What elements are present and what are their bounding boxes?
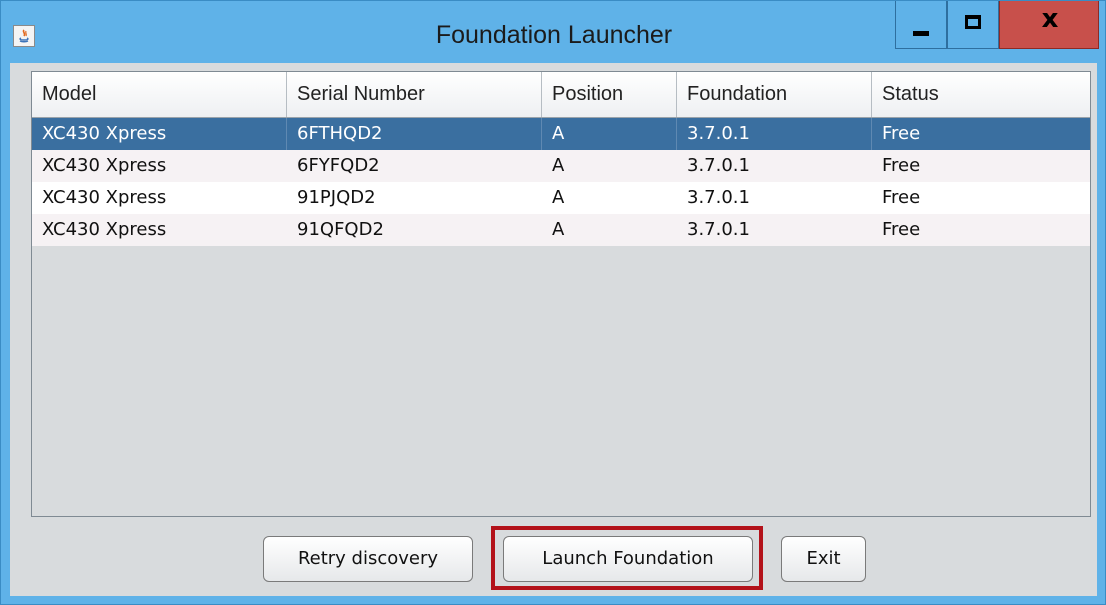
cell-position: A	[552, 155, 565, 176]
maximize-button[interactable]	[947, 1, 999, 49]
column-header-model[interactable]: Model	[32, 72, 287, 117]
table-header: Model Serial Number Position Foundation …	[32, 72, 1090, 118]
column-header-foundation[interactable]: Foundation	[677, 72, 872, 117]
cell-status: Free	[882, 155, 921, 176]
minimize-icon	[913, 31, 929, 36]
cell-serial-number: 91QFQD2	[297, 219, 384, 240]
content-panel: Model Serial Number Position Foundation …	[10, 63, 1097, 596]
table-row[interactable]: XC430 Xpress 91PJQD2 A 3.7.0.1 Free	[32, 182, 1090, 214]
table-row[interactable]: XC430 Xpress 6FYFQD2 A 3.7.0.1 Free	[32, 150, 1090, 182]
devices-table: Model Serial Number Position Foundation …	[31, 71, 1091, 517]
maximize-icon	[965, 15, 981, 29]
cell-foundation: 3.7.0.1	[677, 118, 872, 150]
cell-serial-number: 6FYFQD2	[297, 155, 380, 176]
launch-foundation-button[interactable]: Launch Foundation	[503, 536, 753, 582]
cell-model: XC430 Xpress	[42, 219, 167, 240]
cell-model: XC430 Xpress	[42, 155, 167, 176]
app-window: Foundation Launcher x Model Serial Numbe…	[0, 0, 1106, 605]
table-body: XC430 Xpress 6FTHQD2 A 3.7.0.1 Free XC43…	[32, 118, 1090, 246]
column-header-position[interactable]: Position	[542, 72, 677, 117]
table-row[interactable]: XC430 Xpress 91QFQD2 A 3.7.0.1 Free	[32, 214, 1090, 246]
cell-serial-number: 91PJQD2	[297, 187, 376, 208]
table-row[interactable]: XC430 Xpress 6FTHQD2 A 3.7.0.1 Free	[32, 118, 1090, 150]
cell-foundation: 3.7.0.1	[687, 219, 750, 240]
cell-serial-number: 6FTHQD2	[287, 118, 542, 150]
cell-status: Free	[882, 219, 921, 240]
cell-model: XC430 Xpress	[32, 118, 287, 150]
title-bar[interactable]: Foundation Launcher x	[1, 1, 1105, 63]
exit-button[interactable]: Exit	[781, 536, 866, 582]
close-button[interactable]: x	[999, 1, 1099, 49]
column-header-status[interactable]: Status	[872, 72, 1090, 117]
cell-position: A	[542, 118, 677, 150]
cell-position: A	[552, 187, 565, 208]
minimize-button[interactable]	[895, 1, 947, 49]
cell-foundation: 3.7.0.1	[687, 187, 750, 208]
retry-discovery-button[interactable]: Retry discovery	[263, 536, 473, 582]
cell-model: XC430 Xpress	[42, 187, 167, 208]
cell-foundation: 3.7.0.1	[687, 155, 750, 176]
close-icon: x	[1041, 4, 1059, 34]
column-header-serial-number[interactable]: Serial Number	[287, 72, 542, 117]
cell-status: Free	[882, 123, 921, 144]
cell-position: A	[552, 219, 565, 240]
cell-status: Free	[882, 187, 921, 208]
